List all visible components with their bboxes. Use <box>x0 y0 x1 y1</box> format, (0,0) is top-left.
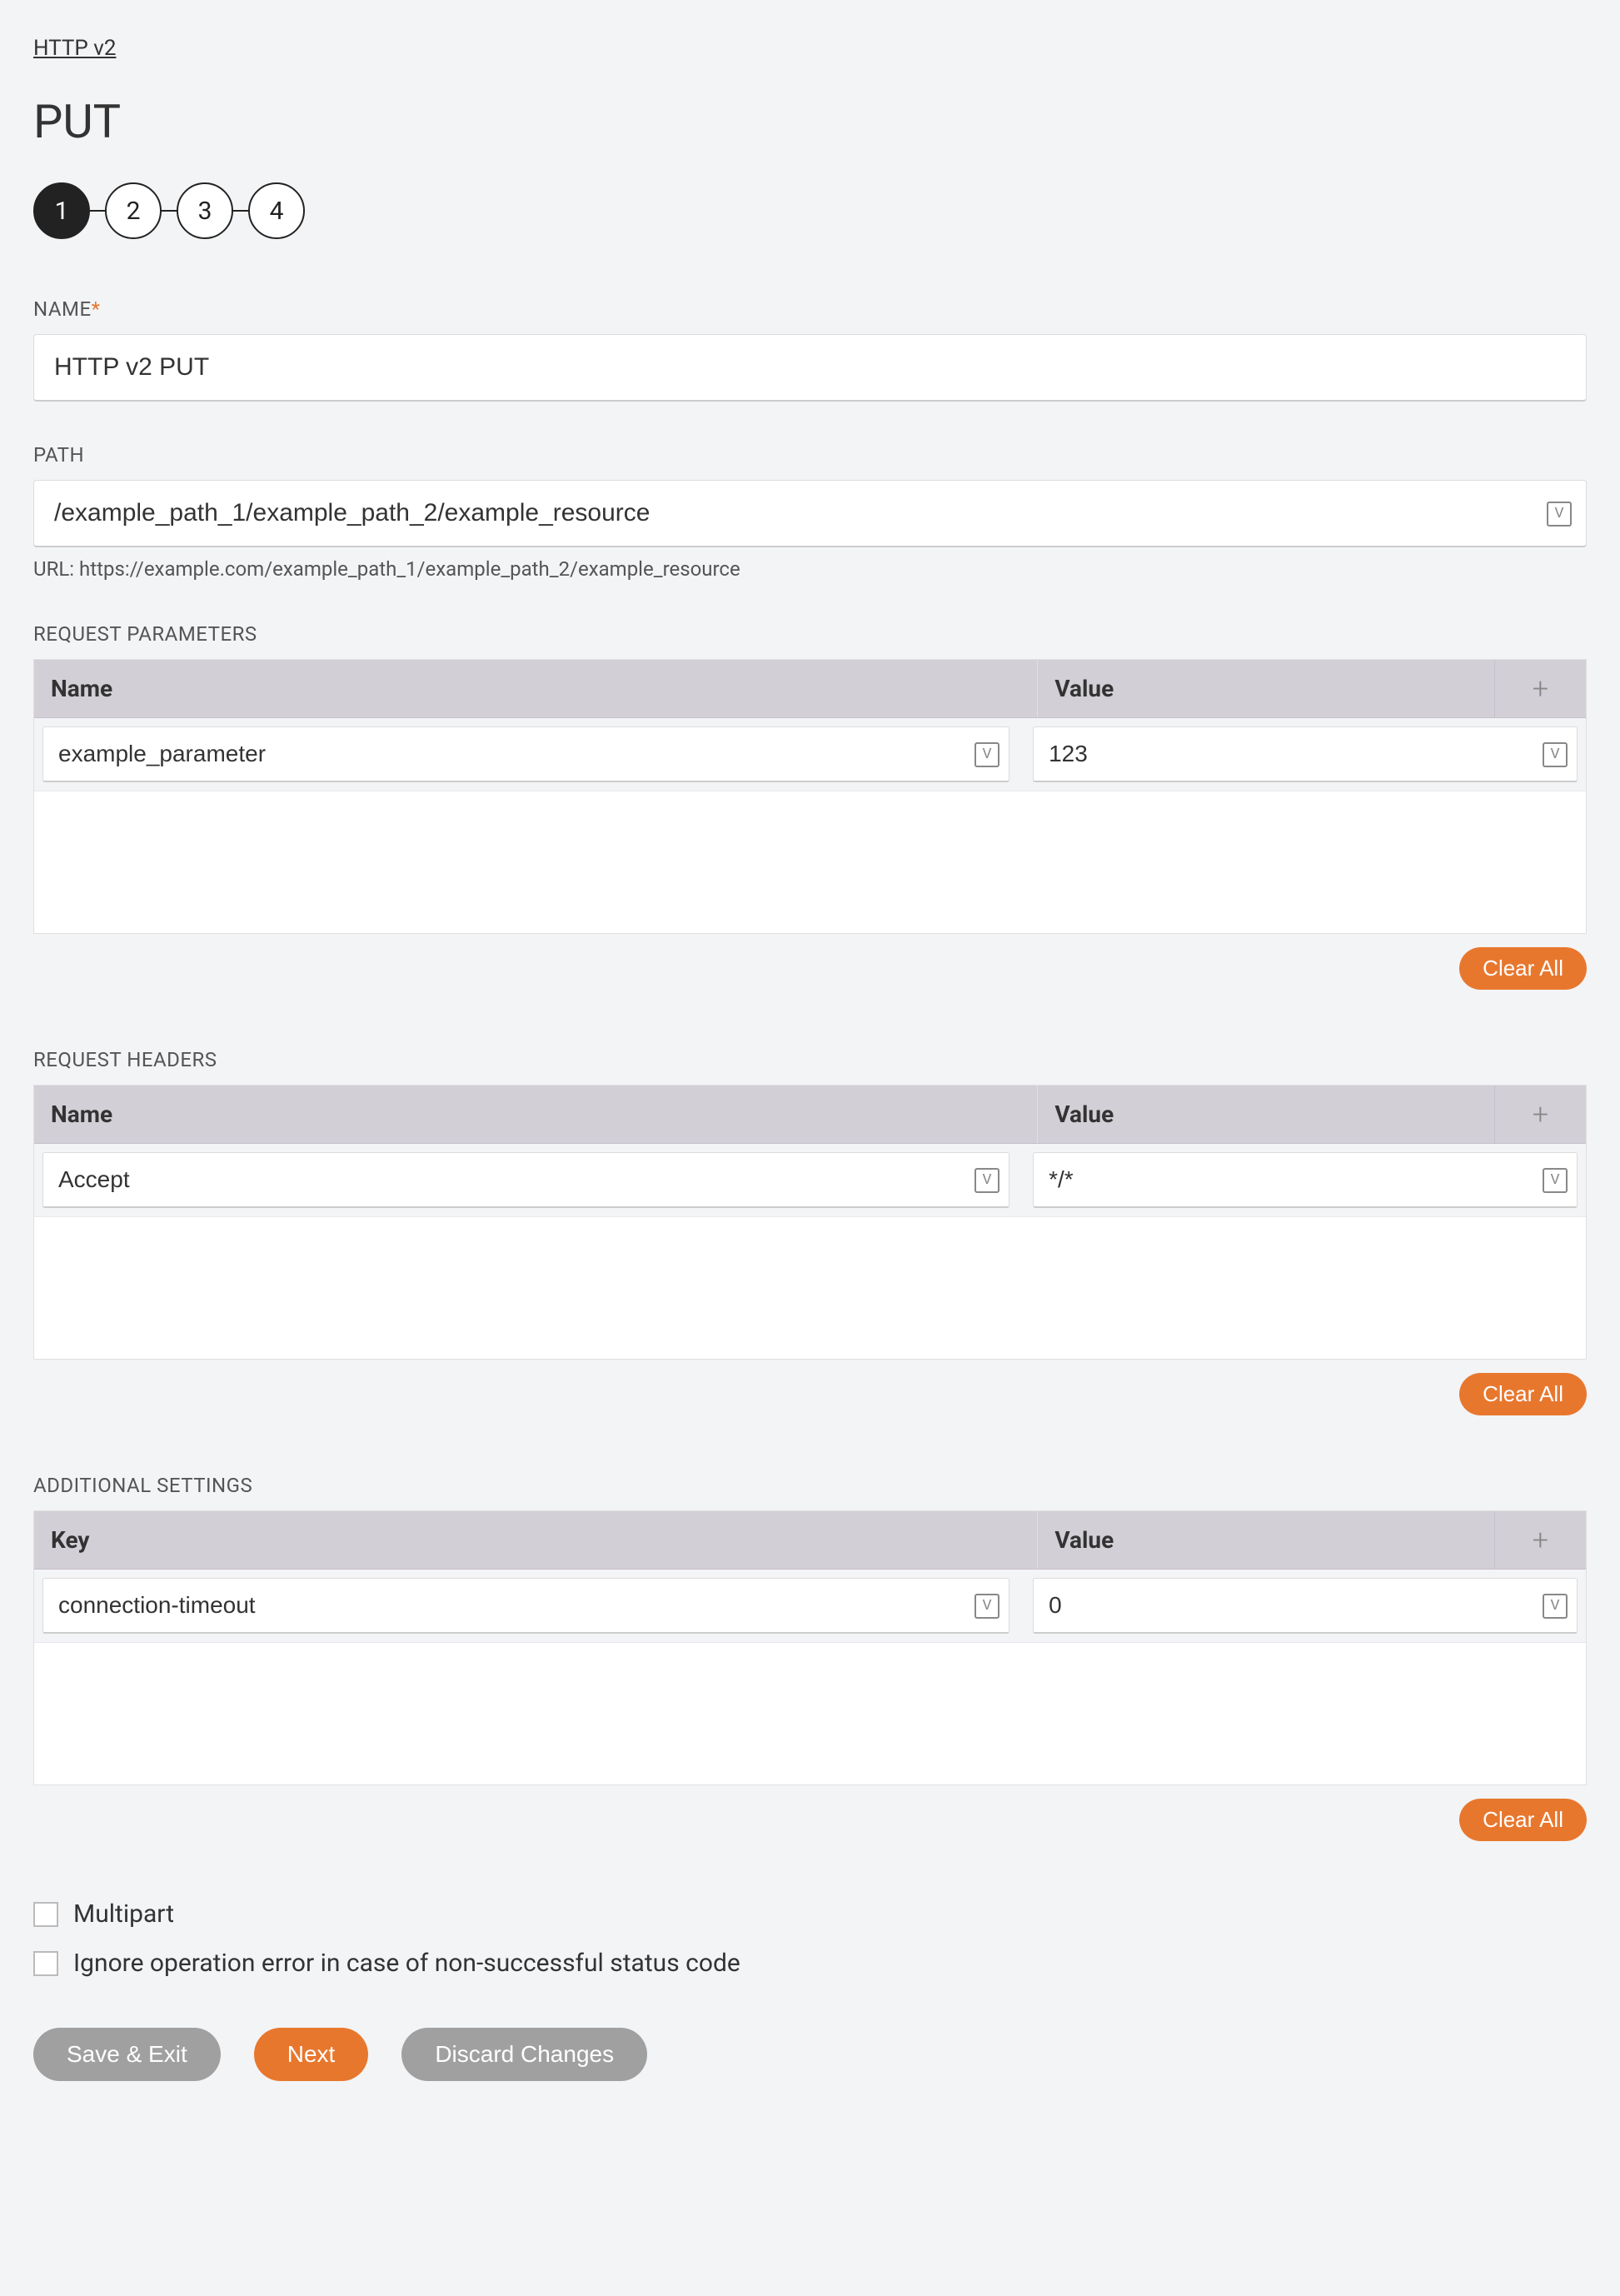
multipart-checkbox[interactable] <box>33 1902 58 1927</box>
additional-settings-table: Key Value + V V <box>33 1510 1587 1785</box>
additional-settings-label: ADDITIONAL SETTINGS <box>33 1474 1587 1497</box>
table-row: V V <box>34 718 1586 791</box>
step-4[interactable]: 4 <box>248 182 305 239</box>
params-clear-all-button[interactable]: Clear All <box>1459 947 1587 990</box>
params-col-value: Value <box>1038 660 1494 717</box>
path-label: PATH <box>33 443 1587 467</box>
table-row: V V <box>34 1570 1586 1643</box>
params-empty-space <box>34 791 1586 933</box>
helper-url: https://example.com/example_path_1/examp… <box>79 557 740 581</box>
param-value-input[interactable] <box>1033 726 1578 782</box>
next-button[interactable]: Next <box>254 2028 369 2081</box>
header-value-input[interactable] <box>1033 1152 1578 1208</box>
required-indicator: * <box>92 297 101 321</box>
header-name-input[interactable] <box>42 1152 1009 1208</box>
ignore-error-label: Ignore operation error in case of non-su… <box>73 1949 740 1978</box>
variable-icon[interactable]: V <box>1543 1594 1568 1619</box>
discard-changes-button[interactable]: Discard Changes <box>401 2028 647 2081</box>
page-title: PUT <box>33 94 1587 149</box>
headers-clear-all-button[interactable]: Clear All <box>1459 1373 1587 1415</box>
variable-icon[interactable]: V <box>974 742 999 767</box>
step-connector <box>90 210 105 212</box>
params-col-name: Name <box>34 660 1038 717</box>
table-row: V V <box>34 1144 1586 1217</box>
variable-icon[interactable]: V <box>1543 742 1568 767</box>
save-exit-button[interactable]: Save & Exit <box>33 2028 221 2081</box>
settings-empty-space <box>34 1643 1586 1784</box>
headers-add-button[interactable]: + <box>1494 1086 1586 1143</box>
settings-col-value: Value <box>1038 1511 1494 1569</box>
multipart-label: Multipart <box>73 1899 174 1929</box>
headers-empty-space <box>34 1217 1586 1359</box>
settings-col-key: Key <box>34 1511 1038 1569</box>
variable-icon[interactable]: V <box>1547 502 1572 527</box>
path-input[interactable] <box>33 480 1587 547</box>
path-url-helper: URL: https://example.com/example_path_1/… <box>33 557 1587 581</box>
step-2[interactable]: 2 <box>105 182 162 239</box>
step-3[interactable]: 3 <box>177 182 233 239</box>
params-add-button[interactable]: + <box>1494 660 1586 717</box>
request-headers-table: Name Value + V V <box>33 1085 1587 1360</box>
step-connector <box>162 210 177 212</box>
step-1[interactable]: 1 <box>33 182 90 239</box>
step-connector <box>233 210 248 212</box>
headers-col-value: Value <box>1038 1086 1494 1143</box>
setting-value-input[interactable] <box>1033 1578 1578 1634</box>
helper-prefix: URL: <box>33 557 79 581</box>
variable-icon[interactable]: V <box>974 1594 999 1619</box>
name-label-text: NAME <box>33 297 92 321</box>
stepper: 1 2 3 4 <box>33 182 1587 239</box>
variable-icon[interactable]: V <box>974 1168 999 1193</box>
name-input[interactable] <box>33 334 1587 402</box>
setting-key-input[interactable] <box>42 1578 1009 1634</box>
variable-icon[interactable]: V <box>1543 1168 1568 1193</box>
settings-clear-all-button[interactable]: Clear All <box>1459 1799 1587 1841</box>
name-label: NAME* <box>33 297 1587 321</box>
request-parameters-table: Name Value + V V <box>33 659 1587 934</box>
settings-add-button[interactable]: + <box>1494 1511 1586 1569</box>
param-name-input[interactable] <box>42 726 1009 782</box>
request-parameters-label: REQUEST PARAMETERS <box>33 622 1587 646</box>
headers-col-name: Name <box>34 1086 1038 1143</box>
breadcrumb-link[interactable]: HTTP v2 <box>33 36 116 61</box>
footer-actions: Save & Exit Next Discard Changes <box>33 2028 1587 2081</box>
request-headers-label: REQUEST HEADERS <box>33 1048 1587 1071</box>
ignore-error-checkbox[interactable] <box>33 1951 58 1976</box>
